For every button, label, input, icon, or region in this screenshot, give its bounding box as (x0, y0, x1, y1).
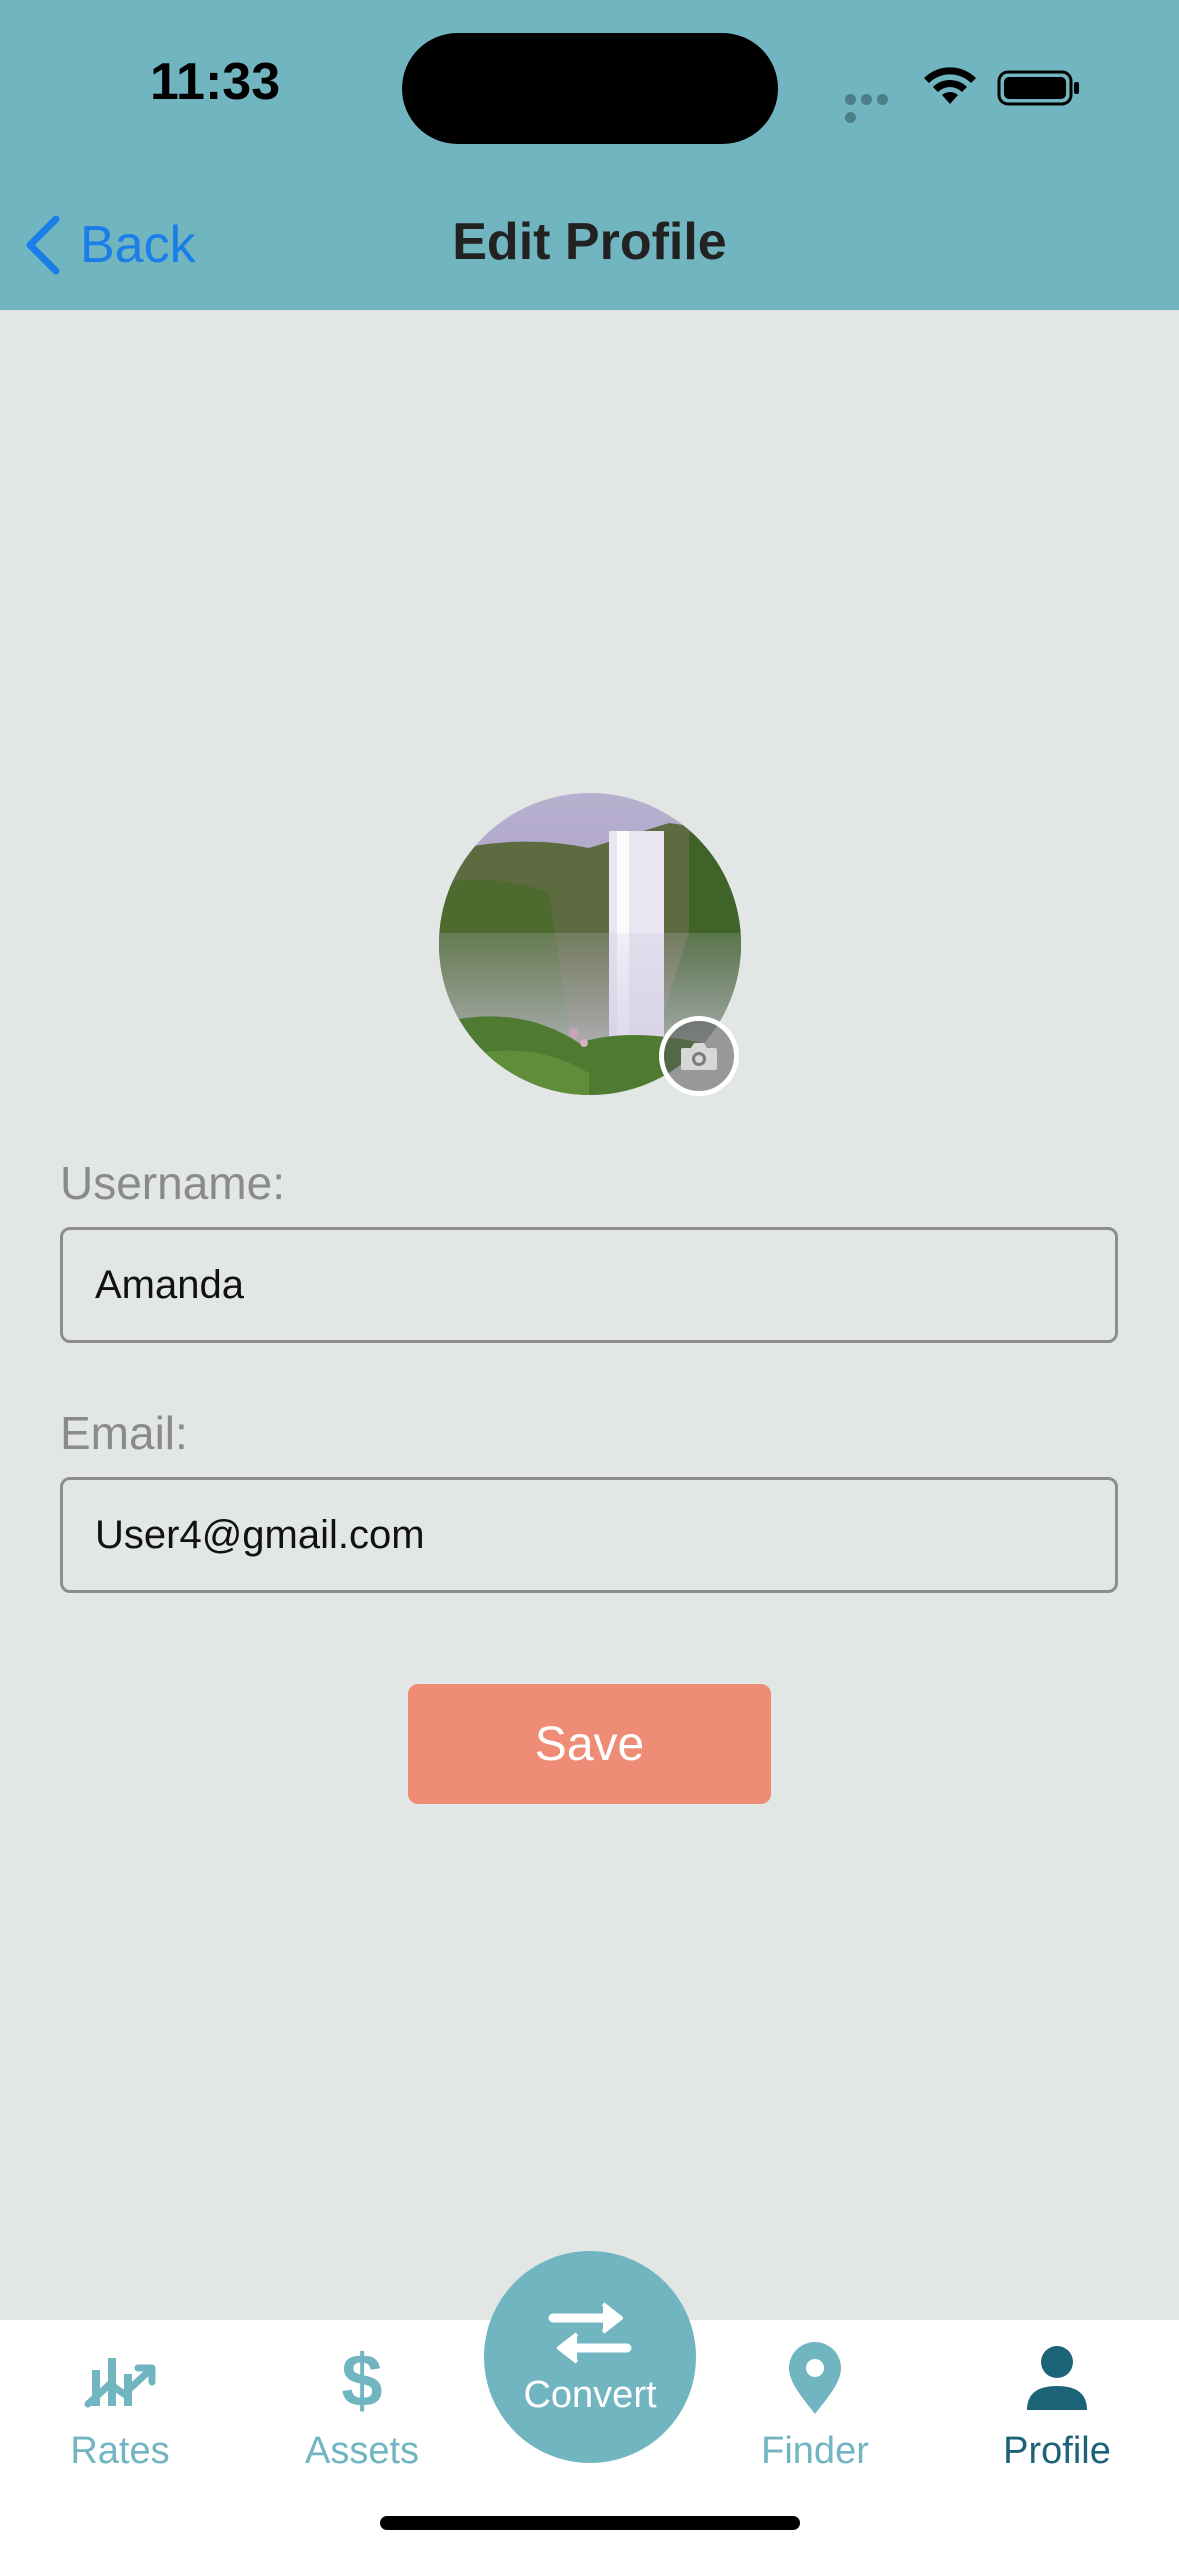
tab-label: Profile (1003, 2430, 1111, 2472)
svg-text:$: $ (341, 2340, 382, 2416)
battery-icon (997, 70, 1079, 106)
tab-label: Convert (523, 2373, 657, 2416)
email-input[interactable] (60, 1477, 1118, 1593)
status-time: 11:33 (150, 53, 281, 111)
swap-arrows-icon (548, 2301, 632, 2364)
tab-convert[interactable]: Convert (484, 2251, 696, 2463)
tab-finder[interactable]: Finder (715, 2340, 915, 2490)
chart-trend-icon (84, 2358, 156, 2408)
person-icon (1027, 2346, 1087, 2410)
home-indicator (380, 2516, 800, 2530)
map-pin-icon (789, 2342, 841, 2414)
dollar-icon: $ (341, 2340, 382, 2416)
dynamic-island (402, 33, 778, 144)
tab-assets[interactable]: $ Assets (262, 2340, 462, 2490)
tab-rates[interactable]: Rates (20, 2340, 220, 2490)
header-bar: 11:33 Back Edit Profile (0, 0, 1179, 310)
change-photo-button[interactable] (659, 1016, 739, 1096)
tab-label: Finder (761, 2430, 869, 2472)
tab-profile[interactable]: Profile (957, 2340, 1157, 2490)
page-title: Edit Profile (452, 213, 727, 271)
tab-label: Rates (70, 2430, 170, 2472)
save-button[interactable]: Save (408, 1684, 771, 1804)
username-label: Username: (60, 1157, 285, 1209)
tab-label: Assets (304, 2430, 420, 2472)
username-input[interactable] (60, 1227, 1118, 1343)
email-label: Email: (60, 1407, 188, 1459)
signal-dots-icon (845, 92, 905, 123)
camera-icon (681, 1043, 717, 1070)
wifi-icon (924, 67, 976, 104)
